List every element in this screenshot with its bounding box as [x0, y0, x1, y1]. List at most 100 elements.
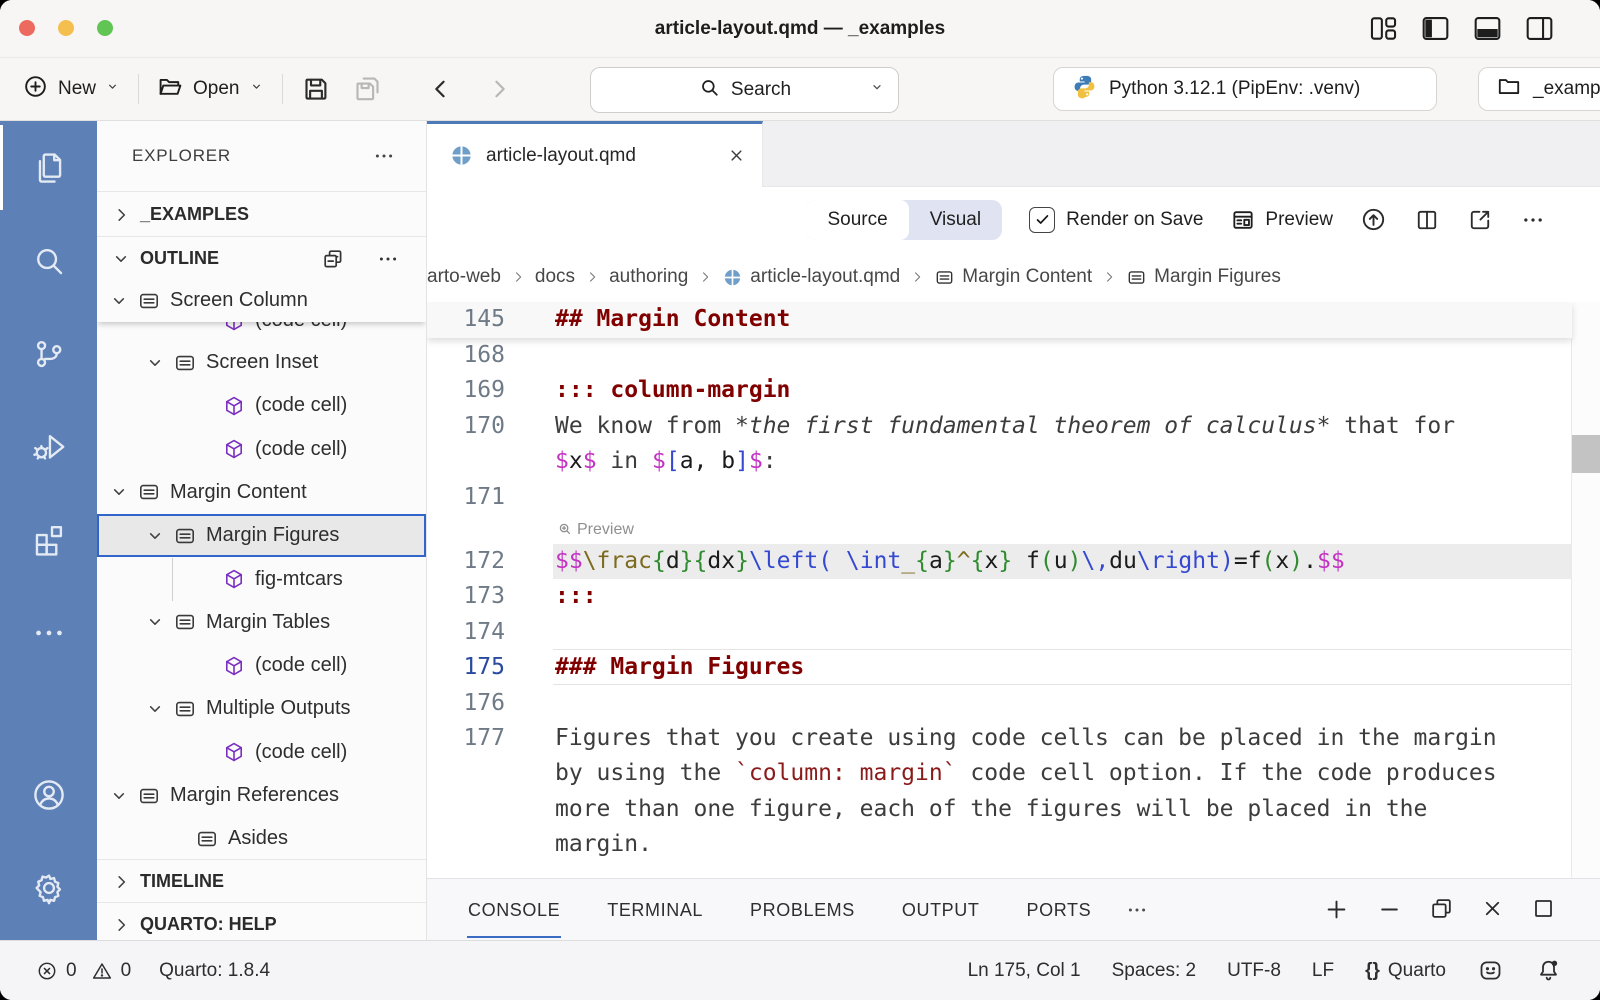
outline-item[interactable]: Margin Content	[97, 471, 426, 514]
more-actions-icon[interactable]	[376, 247, 400, 271]
preview-button[interactable]: Preview	[1230, 207, 1333, 233]
activity-settings[interactable]	[0, 841, 97, 934]
status-problems[interactable]: 0 0	[36, 960, 131, 982]
outline-item[interactable]: Screen Inset	[97, 341, 426, 384]
line-number: 171	[427, 480, 505, 515]
preview-icon	[1230, 207, 1256, 233]
code-editor[interactable]: 168169::: column-margin170We know from *…	[427, 302, 1600, 878]
status-notifications[interactable]	[1535, 957, 1562, 984]
more-panel-tabs-icon[interactable]	[1125, 898, 1149, 922]
panel-tab-problems[interactable]: PROBLEMS	[749, 881, 856, 938]
sidebar-section-outline[interactable]: OUTLINE	[97, 236, 426, 280]
activity-account[interactable]	[0, 748, 97, 841]
new-button[interactable]: New	[22, 73, 120, 106]
render-publish-button[interactable]	[1360, 206, 1387, 233]
mode-source-button[interactable]: Source	[806, 200, 908, 240]
status-cursor-position[interactable]: Ln 175, Col 1	[968, 960, 1081, 982]
preview-codelens[interactable]: Preview	[557, 515, 634, 544]
outline-item-label: (code cell)	[255, 741, 347, 764]
toggle-bottom-panel-icon[interactable]	[1471, 12, 1504, 45]
save-all-button[interactable]	[353, 74, 383, 104]
activity-explorer[interactable]	[0, 121, 97, 214]
panel-tab-console[interactable]: CONSOLE	[467, 881, 561, 938]
editor-scrollbar[interactable]	[1571, 302, 1600, 878]
outline-item[interactable]: Margin Figures	[97, 514, 426, 557]
mode-visual-button[interactable]: Visual	[909, 200, 1002, 240]
split-editor-button[interactable]	[1414, 207, 1440, 233]
outline-item[interactable]: (code cell)	[97, 428, 426, 471]
outline-item[interactable]: Asides	[97, 817, 426, 859]
breadcrumb-item[interactable]: article-layout.qmd	[722, 266, 900, 288]
interpreter-selector[interactable]: Python 3.12.1 (PipEnv: .venv)	[1053, 67, 1437, 111]
panel-tab-ports[interactable]: PORTS	[1026, 881, 1093, 938]
sidebar-section-timeline[interactable]: TIMELINE	[97, 859, 426, 903]
breadcrumb-item[interactable]: docs	[535, 266, 575, 288]
section-icon	[137, 289, 161, 313]
panel-tab-output[interactable]: OUTPUT	[901, 881, 981, 938]
close-tab-icon[interactable]	[727, 146, 746, 165]
breadcrumb-item[interactable]: arto-web	[427, 266, 501, 288]
sidebar-section-examples[interactable]: _EXAMPLES	[97, 191, 426, 237]
maximize-panel-button[interactable]	[1531, 896, 1556, 923]
outline-item-label: Margin Tables	[206, 611, 330, 634]
close-panel-button[interactable]	[1480, 896, 1505, 923]
outline-item-label: Screen Column	[170, 289, 308, 312]
chevron-down-icon[interactable]	[109, 786, 129, 806]
chevron-down-icon[interactable]	[109, 291, 129, 311]
chevron-down-icon[interactable]	[145, 353, 165, 373]
status-encoding[interactable]: UTF-8	[1227, 960, 1281, 982]
source-control-icon	[30, 335, 68, 373]
window-title: article-layout.qmd — _examples	[0, 0, 1600, 57]
status-language-mode[interactable]: {} Quarto	[1365, 960, 1446, 982]
sticky-scroll-line[interactable]: 145## Margin Content	[427, 302, 1572, 338]
render-on-save-checkbox[interactable]: Render on Save	[1029, 207, 1203, 233]
chevron-down-icon[interactable]	[109, 482, 129, 502]
restore-panel-button[interactable]	[1429, 896, 1454, 923]
collapse-all-icon[interactable]	[321, 247, 345, 271]
status-eol[interactable]: LF	[1312, 960, 1334, 982]
activity-extensions[interactable]	[0, 493, 97, 586]
toolbar-divider	[138, 74, 139, 104]
status-quarto-version[interactable]: Quarto: 1.8.4	[159, 960, 270, 982]
activity-source-control[interactable]	[0, 307, 97, 400]
panel-tab-terminal[interactable]: TERMINAL	[606, 881, 704, 938]
new-console-button[interactable]	[1323, 896, 1350, 923]
chevron-down-icon	[869, 79, 885, 101]
breadcrumb: arto-web docs authoring article-layout.qmd M…	[427, 252, 1600, 302]
breadcrumb-item[interactable]: Margin Figures	[1126, 266, 1281, 288]
breadcrumb-item[interactable]: authoring	[609, 266, 688, 288]
outline-item[interactable]: fig-mtcars	[97, 558, 426, 601]
more-actions-icon[interactable]	[372, 144, 396, 168]
layout-custom-icon[interactable]	[1367, 12, 1400, 45]
status-feedback[interactable]	[1477, 957, 1504, 984]
activity-search[interactable]	[0, 214, 97, 307]
activity-more[interactable]	[0, 586, 97, 679]
outline-item[interactable]: (code cell)	[97, 644, 426, 687]
outline-item[interactable]: (code cell)	[97, 731, 426, 774]
breadcrumb-item[interactable]: Margin Content	[934, 266, 1092, 288]
outline-item[interactable]: (code cell)	[97, 384, 426, 427]
scrollbar-thumb[interactable]	[1572, 435, 1600, 473]
outline-item[interactable]: Screen Column	[97, 279, 426, 322]
chevron-down-icon[interactable]	[145, 526, 165, 546]
editor-tab[interactable]: article-layout.qmd	[427, 121, 763, 187]
outline-item-label: fig-mtcars	[255, 568, 343, 591]
open-button[interactable]: Open	[157, 73, 263, 106]
more-actions-icon[interactable]	[1520, 207, 1546, 233]
toggle-right-panel-icon[interactable]	[1523, 12, 1556, 45]
chevron-down-icon[interactable]	[145, 699, 165, 719]
minimize-panel-button[interactable]	[1376, 896, 1403, 923]
open-in-new-window-button[interactable]	[1467, 207, 1493, 233]
activity-run-debug[interactable]	[0, 400, 97, 493]
save-button[interactable]	[301, 74, 331, 104]
chevron-down-icon[interactable]	[145, 612, 165, 632]
navigate-back-button[interactable]	[427, 75, 455, 103]
search-input[interactable]: Search	[590, 67, 899, 113]
outline-item[interactable]: Margin References	[97, 774, 426, 817]
outline-item[interactable]: Multiple Outputs	[97, 687, 426, 730]
outline-item[interactable]: Margin Tables	[97, 601, 426, 644]
status-indentation[interactable]: Spaces: 2	[1112, 960, 1197, 982]
toggle-left-panel-icon[interactable]	[1419, 12, 1452, 45]
navigate-forward-button[interactable]	[485, 75, 513, 103]
project-button[interactable]: _examples	[1478, 67, 1600, 111]
